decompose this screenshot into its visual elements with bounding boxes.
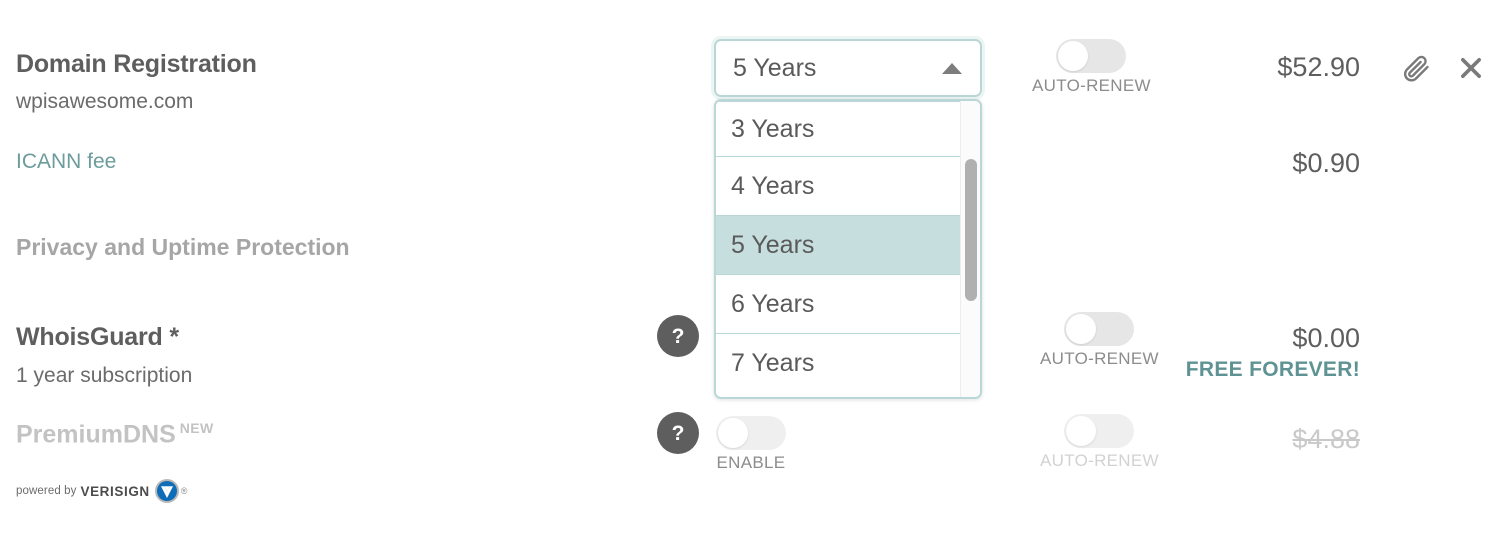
domain-autorenew-toggle[interactable] — [1056, 39, 1127, 73]
premiumdns-autorenew-toggle[interactable] — [1064, 414, 1135, 448]
whoisguard-title: WhoisGuard * — [16, 323, 179, 351]
registration-years-dropdown[interactable]: 3 Years 4 Years 5 Years 6 Years 7 Years — [714, 99, 982, 399]
new-badge: NEW — [179, 420, 214, 436]
domain-registration-title: Domain Registration — [16, 50, 257, 78]
verisign-wordmark: VERISIGN — [80, 483, 150, 499]
question-mark-icon: ? — [671, 324, 685, 348]
dropdown-scrollbar[interactable] — [960, 101, 980, 397]
domain-autorenew-toggle-group[interactable]: AUTO-RENEW — [1032, 39, 1151, 96]
autorenew-label: AUTO-RENEW — [1032, 76, 1151, 95]
domain-name-label: wpisawesome.com — [16, 90, 194, 113]
remove-item-button[interactable] — [1454, 51, 1488, 85]
dropdown-option-5-years[interactable]: 5 Years — [716, 216, 964, 275]
enable-label: ENABLE — [716, 453, 786, 472]
whoisguard-autorenew-toggle-group[interactable]: AUTO-RENEW — [1040, 312, 1159, 369]
privacy-protection-section-heading: Privacy and Uptime Protection — [16, 234, 350, 260]
premiumdns-autorenew-toggle-group[interactable]: AUTO-RENEW — [1040, 414, 1159, 471]
whoisguard-help-button[interactable]: ? — [657, 315, 699, 357]
dropdown-option-label: 5 Years — [731, 230, 815, 259]
autorenew-label: AUTO-RENEW — [1040, 349, 1159, 368]
premiumdns-title: PremiumDNS NEW — [16, 420, 214, 449]
icann-fee-link[interactable]: ICANN fee — [16, 150, 116, 174]
toggle-knob — [1058, 41, 1089, 71]
paperclip-icon — [1404, 55, 1429, 82]
dropdown-option-3-years[interactable]: 3 Years — [716, 101, 964, 157]
question-mark-icon: ? — [671, 421, 685, 445]
dropdown-option-7-years[interactable]: 7 Years — [716, 334, 964, 393]
toggle-knob — [718, 418, 748, 448]
verisign-logo: powered by VERISIGN ® — [16, 478, 187, 504]
dropdown-scrollbar-thumb[interactable] — [965, 159, 977, 301]
whoisguard-autorenew-toggle[interactable] — [1064, 312, 1135, 346]
dropdown-option-label: 6 Years — [731, 289, 815, 318]
toggle-knob — [1066, 416, 1097, 446]
whoisguard-price: $0.00 — [1292, 323, 1360, 353]
verisign-mark-icon — [154, 479, 179, 503]
premiumdns-price: $4.88 — [1292, 424, 1360, 454]
registration-years-value: 5 Years — [733, 53, 817, 82]
toggle-knob — [1066, 314, 1097, 344]
whoisguard-subtitle: 1 year subscription — [16, 364, 193, 387]
premiumdns-help-button[interactable]: ? — [657, 412, 699, 454]
dropdown-option-label: 7 Years — [731, 349, 815, 377]
registered-mark: ® — [180, 486, 188, 496]
icann-fee-price: $0.90 — [1292, 148, 1360, 178]
dropdown-option-label: 3 Years — [731, 114, 815, 143]
dropdown-option-list[interactable]: 3 Years 4 Years 5 Years 6 Years 7 Years — [716, 101, 964, 397]
attach-paperclip-button[interactable] — [1400, 51, 1434, 85]
premiumdns-enable-toggle[interactable] — [716, 416, 786, 450]
premiumdns-enable-toggle-group[interactable]: ENABLE — [716, 416, 786, 473]
autorenew-label: AUTO-RENEW — [1040, 451, 1159, 470]
dropdown-option-label: 4 Years — [731, 171, 815, 200]
registration-years-select[interactable]: 5 Years — [714, 39, 982, 97]
powered-by-label: powered by — [16, 485, 77, 497]
close-icon — [1461, 58, 1481, 78]
dropdown-option-6-years[interactable]: 6 Years — [716, 275, 964, 334]
caret-up-icon[interactable] — [942, 62, 962, 74]
whoisguard-promo-text: FREE FOREVER! — [1185, 358, 1360, 381]
premiumdns-label: PremiumDNS — [16, 420, 176, 449]
domain-price: $52.90 — [1277, 52, 1360, 82]
dropdown-option-4-years[interactable]: 4 Years — [716, 157, 964, 216]
